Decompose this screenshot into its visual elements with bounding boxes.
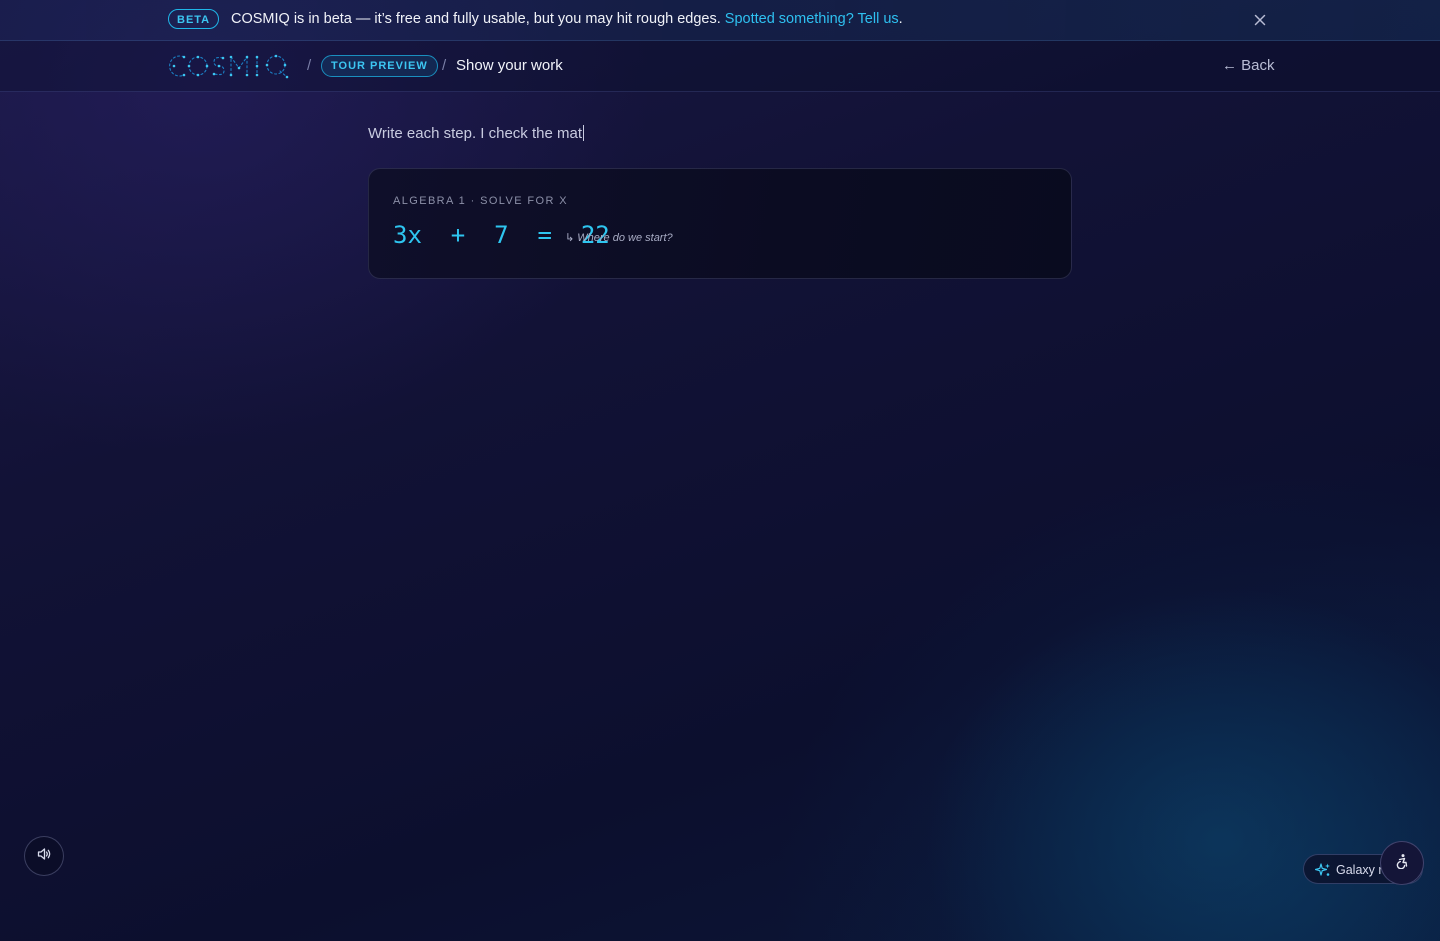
intro-text-content: Write each step. I check the mat (368, 125, 582, 142)
back-button[interactable]: ← Back (1222, 57, 1275, 74)
beta-message-trailing: . (898, 11, 903, 27)
breadcrumb-separator: / (307, 57, 312, 74)
problem-card: ALGEBRA 1 · SOLVE FOR X 3x + 7 = 22 ↳ Wh… (368, 168, 1072, 279)
sound-toggle-button[interactable] (24, 836, 64, 876)
breadcrumb-current: Show your work (456, 57, 563, 74)
typing-caret (582, 125, 584, 141)
speaker-icon (36, 846, 52, 867)
beta-message-text: COSMIQ is in beta — it’s free and fully … (231, 11, 725, 27)
problem-label: ALGEBRA 1 · SOLVE FOR X (393, 195, 569, 207)
top-nav: / TOUR PREVIEW / Show your work ← Back (0, 41, 1440, 92)
sparkle-icon (1314, 862, 1331, 878)
feedback-link[interactable]: Spotted something? Tell us (725, 11, 899, 27)
beta-message: COSMIQ is in beta — it’s free and fully … (231, 11, 903, 27)
beta-badge: BETA (168, 9, 220, 29)
accessibility-icon (1394, 853, 1410, 874)
intro-text: Write each step. I check the mat (368, 125, 584, 142)
tour-preview-badge[interactable]: TOUR PREVIEW (321, 55, 438, 77)
hint-text: ↳ Where do we start? (565, 232, 673, 244)
beta-banner: BETA COSMIQ is in beta — it’s free and f… (0, 0, 1440, 41)
cosmiq-logo[interactable] (168, 50, 294, 82)
breadcrumb-separator: / (442, 57, 447, 74)
close-icon[interactable] (1252, 12, 1268, 28)
accessibility-button[interactable] (1380, 841, 1424, 885)
